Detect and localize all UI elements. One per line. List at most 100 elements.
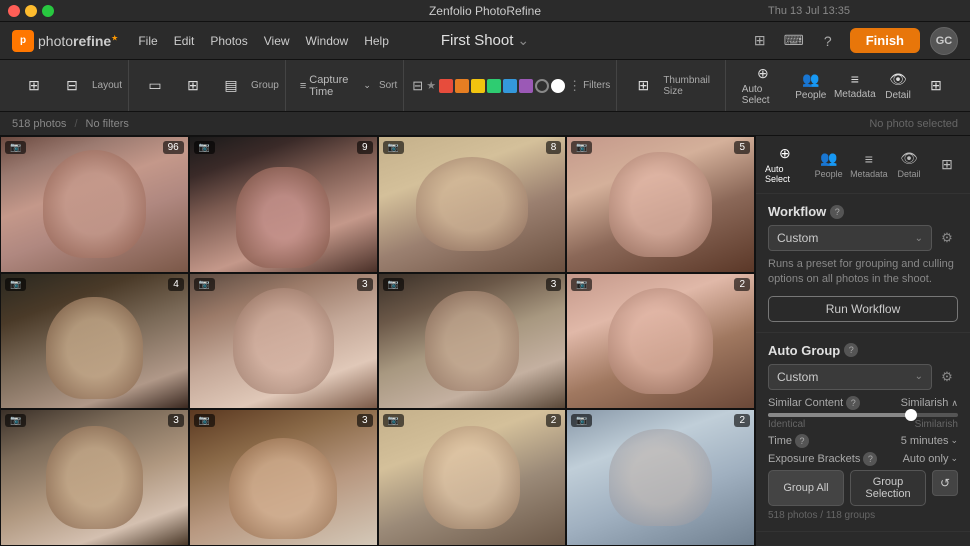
keyboard-icon[interactable]: ⌨ xyxy=(782,29,806,53)
photo-cell-4[interactable]: 📷 5 xyxy=(566,136,755,273)
circle-swatch-empty[interactable] xyxy=(535,79,549,93)
menu-window[interactable]: Window xyxy=(306,34,349,48)
menu-view[interactable]: View xyxy=(264,34,290,48)
help-icon[interactable]: ? xyxy=(816,29,840,53)
rp-auto-select-button[interactable]: ⊕ Auto Select xyxy=(760,142,810,187)
time-label: Time ? xyxy=(768,434,809,448)
swatch-yellow[interactable] xyxy=(471,79,485,93)
refresh-button[interactable]: ↺ xyxy=(932,470,958,496)
auto-select-label: Auto Select xyxy=(742,84,784,106)
slider-fill xyxy=(768,413,911,417)
people-button[interactable]: 👥 People xyxy=(792,67,830,105)
photo-cell-12[interactable]: 📷 2 xyxy=(566,409,755,546)
swatch-red[interactable] xyxy=(439,79,453,93)
workflow-info-icon[interactable]: ? xyxy=(830,205,844,219)
auto-group-gear-button[interactable]: ⚙ xyxy=(936,366,958,388)
photo-badge-camera-9: 📷 xyxy=(5,414,26,427)
group-selection-button[interactable]: Group Selection xyxy=(850,470,926,506)
auto-rate-gear-button[interactable]: ⚙ xyxy=(936,542,958,546)
rp-grid-button[interactable]: ⊞ xyxy=(928,153,966,176)
slider-thumb[interactable] xyxy=(905,409,917,421)
rp-detail-icon: 👁 xyxy=(900,150,918,167)
sort-button[interactable]: ≡ Capture Time ⌄ xyxy=(294,70,377,102)
photo-10-bg xyxy=(190,410,377,545)
filter-star[interactable]: ★ xyxy=(426,79,436,92)
rp-detail-button[interactable]: 👁 Detail xyxy=(890,147,928,182)
photo-badge-4: 5 xyxy=(734,141,750,154)
photo-badge-camera-12: 📷 xyxy=(571,414,592,427)
auto-select-button[interactable]: ⊕ Auto Select xyxy=(736,61,790,110)
run-workflow-button[interactable]: Run Workflow xyxy=(768,296,958,322)
swatch-orange[interactable] xyxy=(455,79,469,93)
right-tools-group: ⊕ Auto Select 👥 People ≡ Metadata 👁 Deta… xyxy=(730,60,960,111)
grid-view-button[interactable]: ⊞ xyxy=(16,73,52,98)
photo-cell-5[interactable]: 📷 4 xyxy=(0,273,189,410)
photo-cell-11[interactable]: 📷 2 xyxy=(378,409,567,546)
photo-badge-8: 2 xyxy=(734,278,750,291)
compare-view-button[interactable]: ⊟ xyxy=(54,73,90,98)
menu-file[interactable]: File xyxy=(138,34,157,48)
thumbnail-size-button[interactable]: ⊞ xyxy=(625,73,661,98)
photo-cell-9[interactable]: 📷 3 xyxy=(0,409,189,546)
photo-cell-8[interactable]: 📷 2 xyxy=(566,273,755,410)
photo-badge-camera-1: 📷 xyxy=(5,141,26,154)
circle-swatch-filled[interactable] xyxy=(551,79,565,93)
group-button[interactable]: ⊞ xyxy=(175,73,211,98)
menu-photos[interactable]: Photos xyxy=(210,34,247,48)
exposure-brackets-row: Exposure Brackets ? Auto only ⌄ xyxy=(768,452,958,466)
project-title-chevron[interactable]: ⌄ xyxy=(517,32,529,49)
traffic-lights[interactable] xyxy=(8,5,54,17)
swatch-green[interactable] xyxy=(487,79,501,93)
title-bar: Zenfolio PhotoRefine Thu 13 Jul 13:35 xyxy=(0,0,970,22)
auto-group-dropdown[interactable]: Custom ⌄ xyxy=(768,364,932,390)
workflow-dropdown-row: Custom ⌄ ⚙ xyxy=(768,225,958,251)
slider-right-label: Similarish xyxy=(915,419,958,430)
filter-icon[interactable]: ⊟ xyxy=(412,78,423,94)
thumbnail-icon: ⊞ xyxy=(637,77,649,94)
metadata-button[interactable]: ≡ Metadata xyxy=(832,67,878,104)
photo-6-bg xyxy=(190,274,377,409)
slider-label-row: Similar Content ? Similarish ∧ xyxy=(768,396,958,410)
menu-edit[interactable]: Edit xyxy=(174,34,195,48)
similar-content-slider-row: Similar Content ? Similarish ∧ Identical… xyxy=(768,396,958,430)
thumbnail-label: Thumbnail Size xyxy=(663,75,718,97)
detail-button[interactable]: 👁 Detail xyxy=(880,67,916,105)
auto-group-info-icon[interactable]: ? xyxy=(844,343,858,357)
swatch-purple[interactable] xyxy=(519,79,533,93)
group-none-button[interactable]: ▭ xyxy=(137,73,173,98)
group-all-button[interactable]: ▤ xyxy=(213,73,249,98)
exposure-info[interactable]: ? xyxy=(863,452,877,466)
grid-toggle-icon: ⊞ xyxy=(930,77,942,94)
menu-help[interactable]: Help xyxy=(364,34,389,48)
face-10 xyxy=(190,410,377,545)
group-all-button[interactable]: Group All xyxy=(768,470,844,506)
maximize-button[interactable] xyxy=(42,5,54,17)
grid-icon-1[interactable]: ⊞ xyxy=(748,29,772,53)
swatch-blue[interactable] xyxy=(503,79,517,93)
workflow-dropdown[interactable]: Custom ⌄ xyxy=(768,225,932,251)
close-button[interactable] xyxy=(8,5,20,17)
photo-badge-1: 96 xyxy=(163,141,184,154)
workflow-description: Runs a preset for grouping and culling o… xyxy=(768,257,958,288)
rp-metadata-button[interactable]: ≡ Metadata xyxy=(848,148,890,182)
face-2 xyxy=(190,137,377,272)
photo-cell-1[interactable]: 📷 96 xyxy=(0,136,189,273)
time-info[interactable]: ? xyxy=(795,434,809,448)
grid-toggle-button[interactable]: ⊞ xyxy=(918,73,954,98)
workflow-gear-button[interactable]: ⚙ xyxy=(936,227,958,249)
photo-cell-2[interactable]: 📷 9 xyxy=(189,136,378,273)
rp-people-button[interactable]: 👥 People xyxy=(810,147,848,182)
photo-badge-11: 2 xyxy=(546,414,562,427)
similar-content-info[interactable]: ? xyxy=(846,396,860,410)
sort-group: ≡ Capture Time ⌄ Sort xyxy=(288,60,404,111)
photo-cell-10[interactable]: 📷 3 xyxy=(189,409,378,546)
photo-cell-3[interactable]: 📷 8 xyxy=(378,136,567,273)
face-9 xyxy=(1,410,188,545)
more-filters-icon[interactable]: ⋮ xyxy=(568,78,581,94)
similar-content-track[interactable] xyxy=(768,413,958,417)
minimize-button[interactable] xyxy=(25,5,37,17)
photo-cell-6[interactable]: 📷 3 xyxy=(189,273,378,410)
finish-button[interactable]: Finish xyxy=(850,28,920,53)
avatar[interactable]: GC xyxy=(930,27,958,55)
photo-cell-7[interactable]: 📷 3 xyxy=(378,273,567,410)
